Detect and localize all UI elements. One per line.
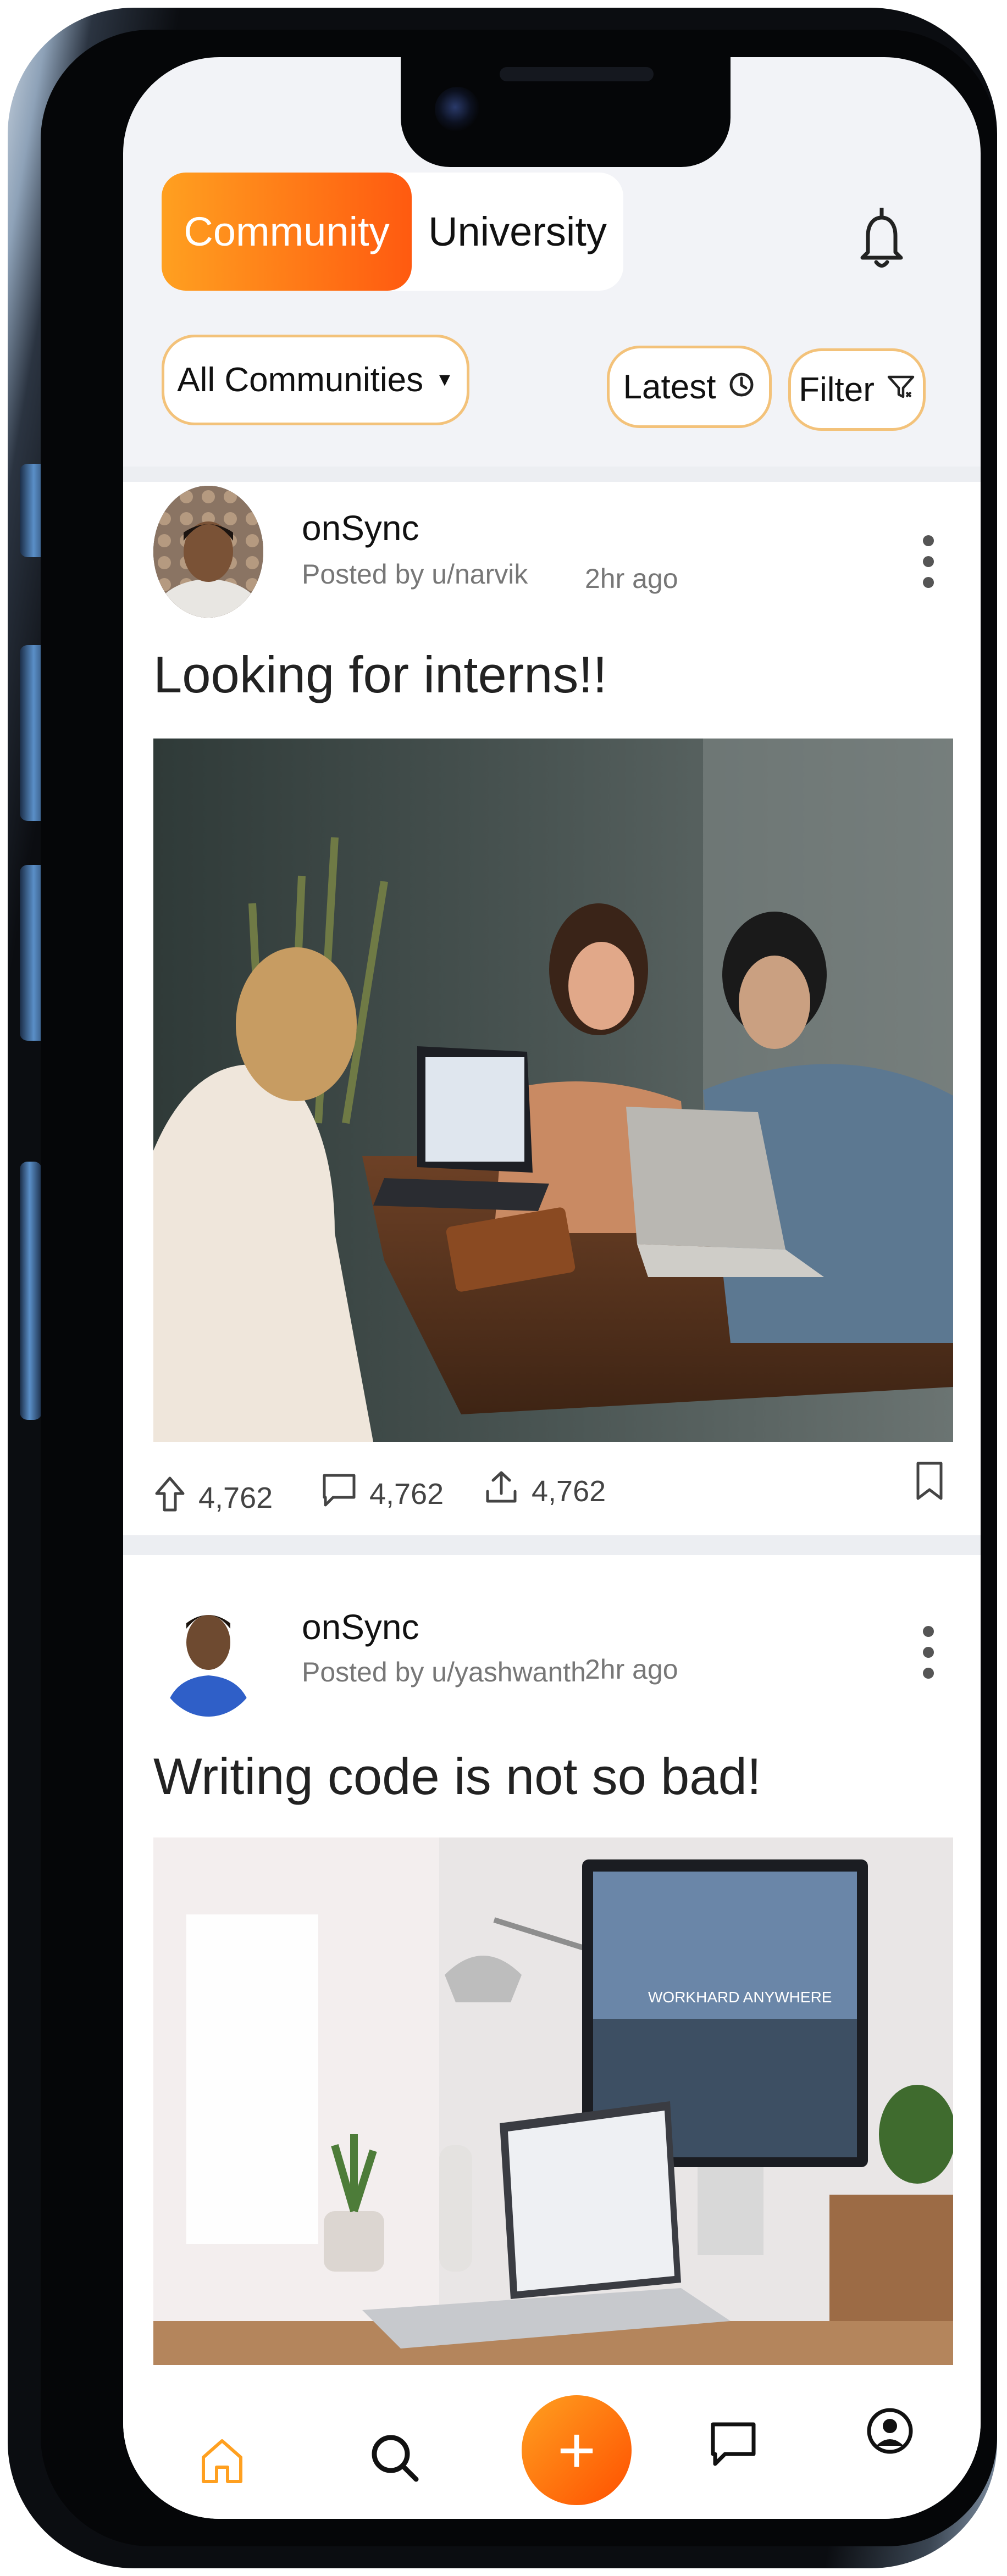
post-title: Writing code is not so bad! (153, 1747, 761, 1805)
search-icon[interactable] (368, 2431, 423, 2489)
tab-community[interactable]: Community (162, 173, 412, 291)
filter-label: Filter (799, 370, 875, 409)
side-port (20, 1162, 42, 1420)
avatar[interactable] (153, 1585, 263, 1717)
home-icon[interactable] (200, 2436, 244, 2489)
more-options-icon[interactable] (923, 535, 934, 598)
app-screen: Community University All Communities ▼ L… (123, 57, 981, 2519)
monitor-wallpaper-text: WORKHARD ANYWHERE (648, 1989, 832, 2006)
post-timestamp: 2hr ago (585, 1654, 678, 1685)
share-count: 4,762 (532, 1474, 606, 1508)
post-separator (123, 1535, 981, 1555)
post-image[interactable] (153, 739, 953, 1442)
camera-icon (435, 87, 480, 132)
tab-university[interactable]: University (412, 173, 623, 291)
section-divider (123, 467, 981, 482)
create-post-button[interactable]: + (522, 2395, 632, 2505)
post-community-name[interactable]: onSync (302, 508, 419, 548)
funnel-icon (887, 370, 915, 409)
filter-button[interactable]: Filter (788, 348, 926, 431)
upvote-count: 4,762 (198, 1481, 273, 1514)
profile-icon[interactable] (865, 2406, 915, 2458)
comment-icon (321, 1472, 357, 1515)
sort-label: Latest (623, 368, 716, 406)
comment-count: 4,762 (369, 1477, 444, 1511)
sort-latest-button[interactable]: Latest (607, 346, 772, 428)
post-community-name[interactable]: onSync (302, 1607, 419, 1647)
more-options-icon[interactable] (923, 1626, 934, 1689)
notch (401, 57, 731, 167)
share-icon (483, 1469, 519, 1513)
post-timestamp: 2hr ago (585, 563, 678, 594)
chevron-down-icon: ▼ (435, 369, 454, 390)
upvote-button[interactable]: 4,762 (153, 1475, 273, 1520)
post-author[interactable]: Posted by u/yashwanth (302, 1656, 586, 1688)
community-university-switch: Community University (162, 173, 623, 291)
upvote-arrow-icon (153, 1475, 186, 1520)
post-image[interactable]: WORKHARD ANYWHERE (153, 1837, 953, 2365)
phone-frame: Community University All Communities ▼ L… (8, 8, 997, 2568)
bookmark-icon[interactable] (915, 1461, 944, 1504)
post-title: Looking for interns!! (153, 646, 607, 703)
communities-dropdown-label: All Communities (177, 361, 424, 399)
comment-button[interactable]: 4,762 (321, 1472, 444, 1515)
communities-dropdown[interactable]: All Communities ▼ (162, 335, 469, 425)
post-author[interactable]: Posted by u/narvik (302, 558, 528, 590)
chat-icon[interactable] (709, 2420, 758, 2472)
bell-icon[interactable] (857, 206, 906, 271)
share-button[interactable]: 4,762 (483, 1469, 606, 1513)
speaker-grille (500, 67, 654, 81)
avatar[interactable] (153, 486, 263, 618)
clock-icon (728, 368, 755, 407)
